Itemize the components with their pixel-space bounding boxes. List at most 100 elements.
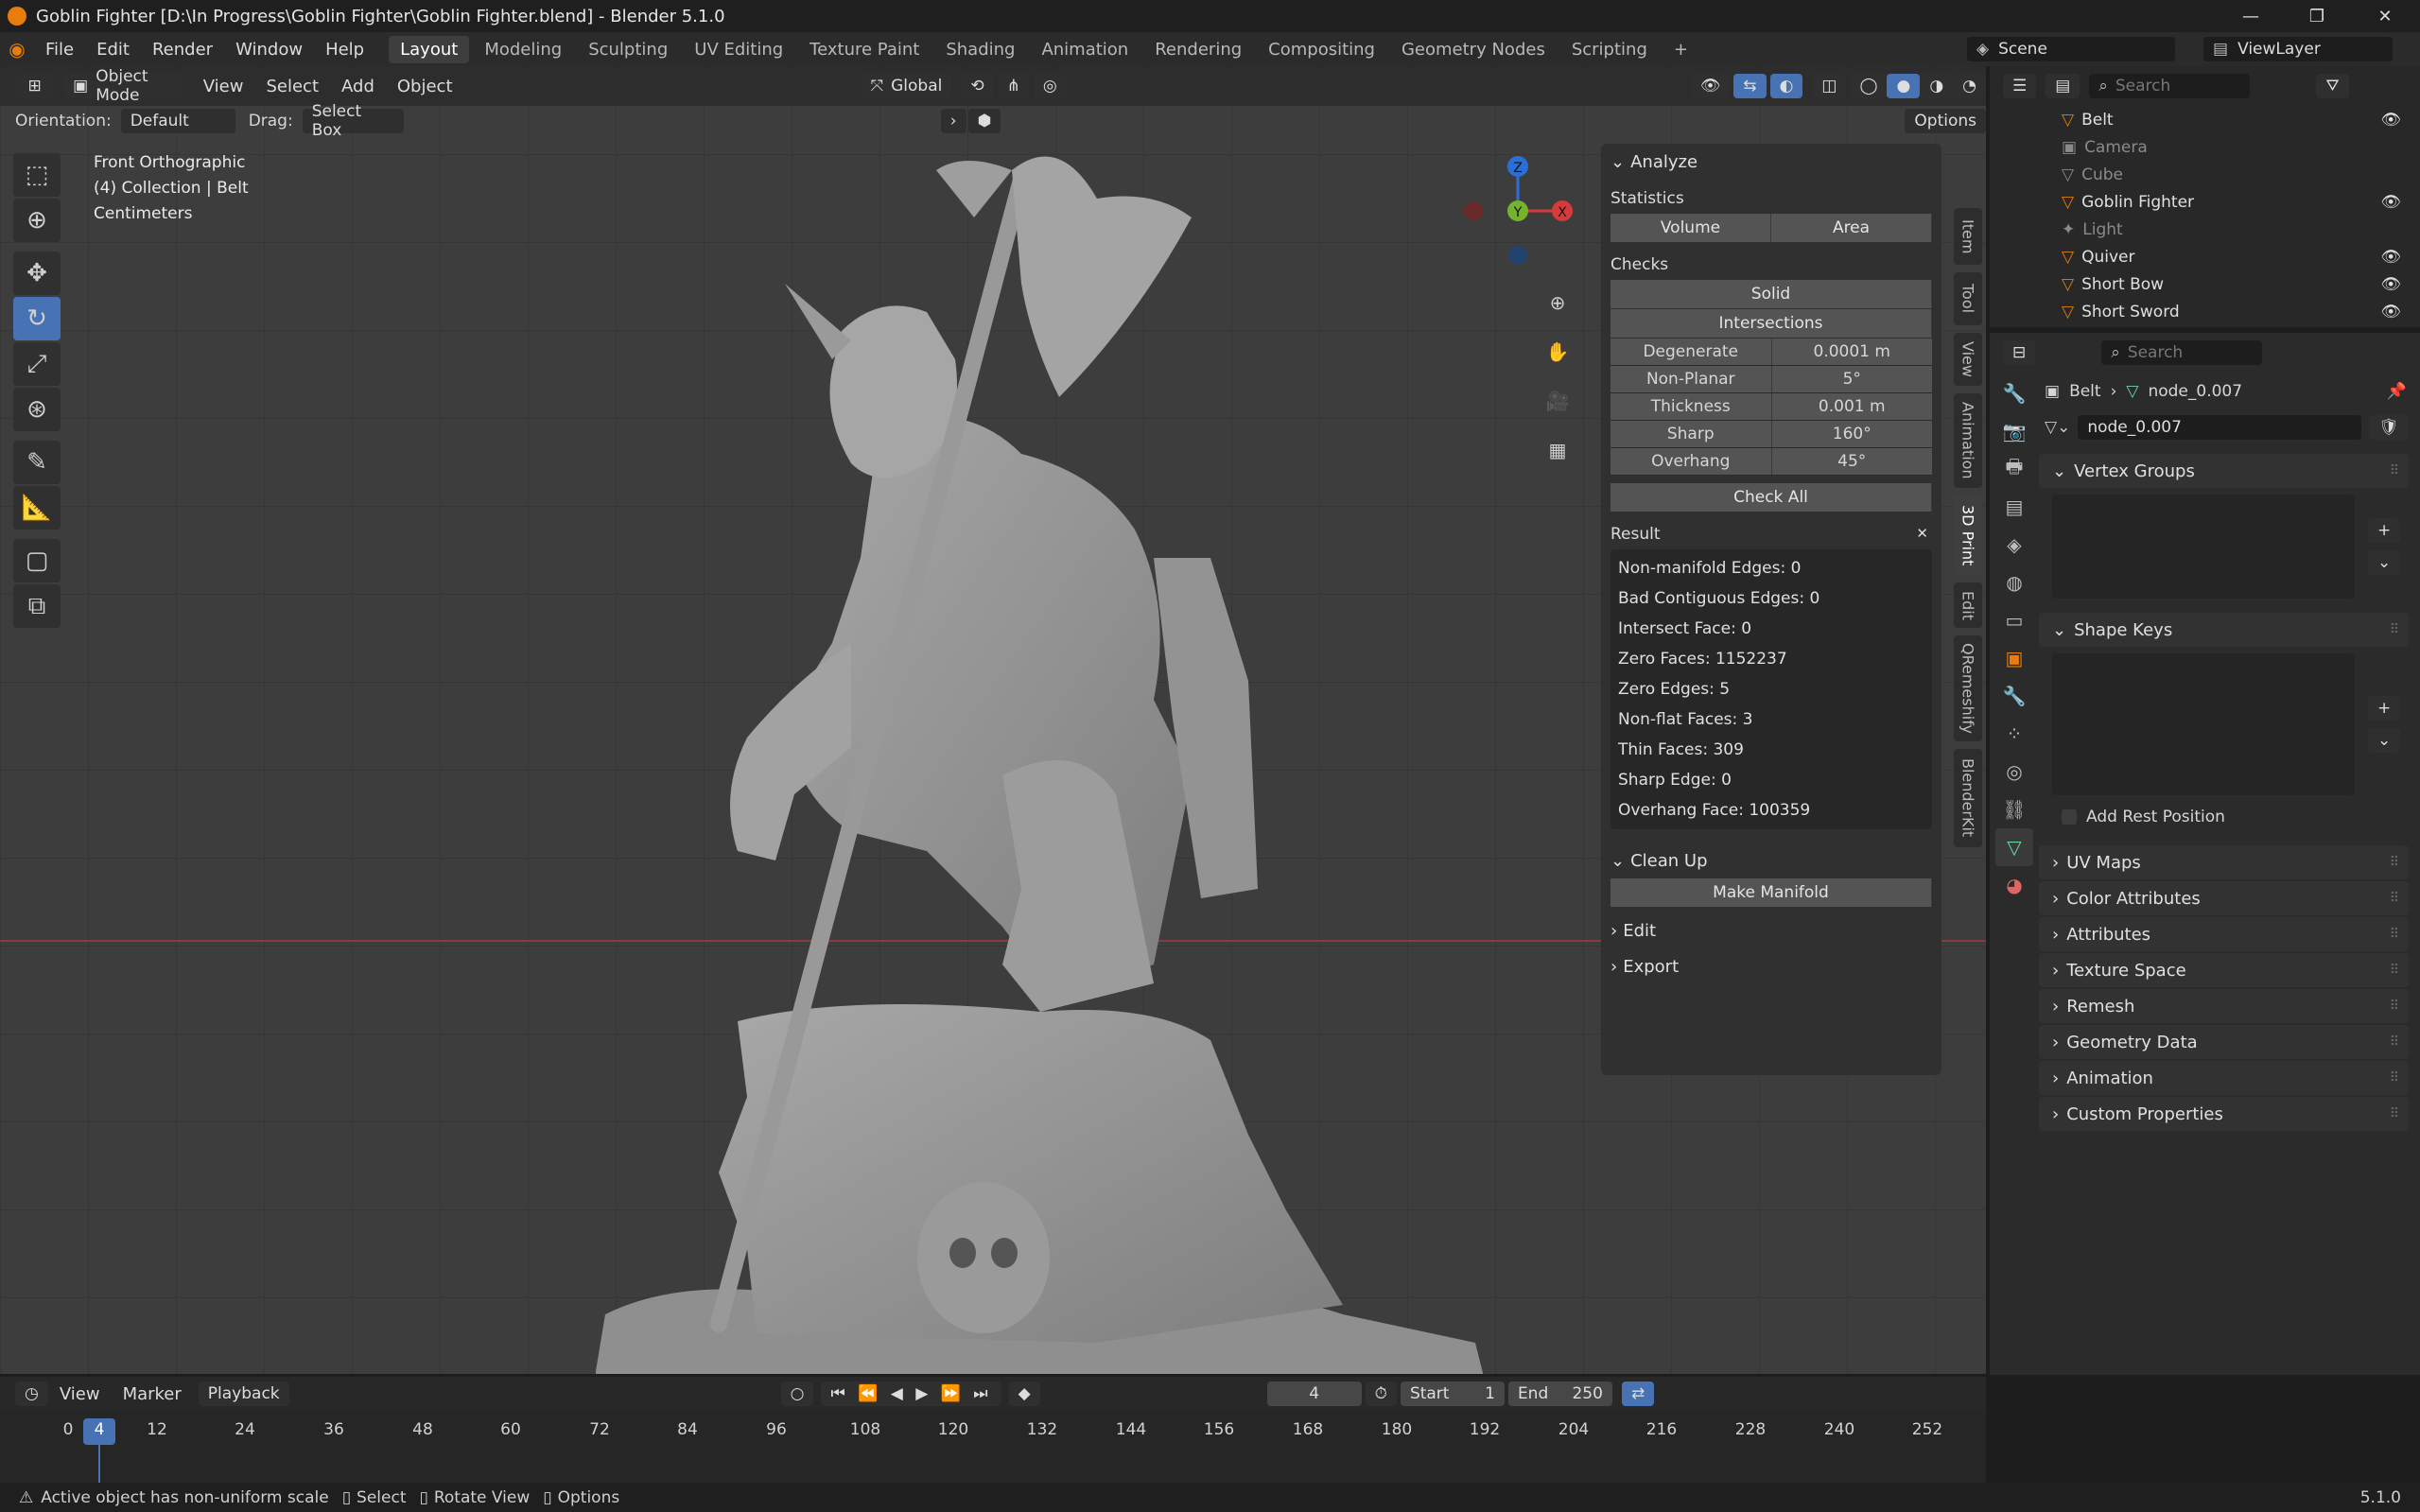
tab-qremeshify[interactable]: QRemeshify xyxy=(1954,635,1982,741)
camera-view-icon[interactable]: 🎥 xyxy=(1539,382,1576,420)
transform-tool-icon[interactable]: ⊛ xyxy=(13,388,61,431)
outliner-item-light[interactable]: ✦ Light xyxy=(1990,216,2420,243)
outliner-search-input[interactable]: ⌕ Search xyxy=(2089,74,2251,98)
particles-props-icon[interactable]: ⁘ xyxy=(1995,715,2033,753)
proportional-edit-icon[interactable]: ◎ xyxy=(1033,74,1067,98)
drag-grip-icon[interactable]: ⠿ xyxy=(2390,963,2399,978)
menu-edit[interactable]: Edit xyxy=(85,40,141,60)
close-button[interactable]: ✕ xyxy=(2352,0,2418,32)
xray-icon[interactable]: ◫ xyxy=(1812,74,1847,98)
tab-shading[interactable]: Shading xyxy=(934,36,1026,63)
section-animation[interactable]: › Animation ⠿ xyxy=(2039,1061,2409,1095)
tab-uv-editing[interactable]: UV Editing xyxy=(683,36,794,63)
shape-keys-box[interactable] xyxy=(2052,653,2355,795)
check-value[interactable]: 0.0001 m xyxy=(1770,339,1932,365)
section-texture-space[interactable]: › Texture Space ⠿ xyxy=(2039,953,2409,987)
check-row[interactable]: Overhang 45° xyxy=(1610,448,1932,476)
3d-viewport[interactable]: ⊞ ▣ Object Mode View Select Add Object ⤧… xyxy=(0,66,1986,1374)
area-button[interactable]: Area xyxy=(1771,214,1932,242)
vertex-groups-header[interactable]: ⌄ Vertex Groups ⠿ xyxy=(2039,454,2409,488)
outliner-item-belt[interactable]: ▽ Belt 👁 xyxy=(1990,106,2420,133)
analyze-header[interactable]: ⌄ Analyze xyxy=(1601,144,1941,180)
maximize-button[interactable]: ❐ xyxy=(2284,0,2350,32)
viewport-menu-object[interactable]: Object xyxy=(386,77,464,96)
add-workspace-button[interactable]: + xyxy=(1663,36,1699,63)
check-row[interactable]: Degenerate 0.0001 m xyxy=(1610,339,1932,366)
editor-type-icon[interactable]: ⊞ xyxy=(15,74,55,98)
menu-render[interactable]: Render xyxy=(141,40,224,60)
transform-orientation-selector[interactable]: ⤧ Global xyxy=(861,74,952,98)
visibility-eye-icon[interactable]: 👁 xyxy=(2380,248,2401,267)
viewport-menu-view[interactable]: View xyxy=(192,77,255,96)
outliner-item-short-sword[interactable]: ▽ Short Sword 👁 xyxy=(1990,298,2420,325)
world-props-icon[interactable]: ◍ xyxy=(1995,564,2033,601)
scene-props-icon[interactable]: ◈ xyxy=(1995,526,2033,564)
playback-controls[interactable]: ⏮ ⏪ ◀ ▶ ⏩ ⏭ xyxy=(821,1382,1001,1406)
blender-menu-icon[interactable]: ◉ xyxy=(0,38,34,61)
add-rest-position-checkbox[interactable] xyxy=(2062,809,2077,825)
viewport-menu-add[interactable]: Add xyxy=(330,77,386,96)
check-row[interactable]: Non-Planar 5° xyxy=(1610,366,1932,393)
mesh-name-field[interactable]: node_0.007 xyxy=(2078,415,2362,440)
check-row[interactable]: Sharp 160° xyxy=(1610,421,1932,448)
properties-editor-icon[interactable]: ⊟ xyxy=(2003,340,2036,365)
view-layer-props-icon[interactable]: ▤ xyxy=(1995,488,2033,526)
start-frame-field[interactable]: Start 1 xyxy=(1400,1382,1505,1406)
chevron-down-icon[interactable]: ⌄ xyxy=(2368,728,2401,753)
check-name[interactable]: Sharp xyxy=(1610,421,1771,447)
pin-icon[interactable]: 📌 xyxy=(2387,382,2407,401)
tab-edit[interactable]: Edit xyxy=(1954,582,1982,628)
check-value[interactable]: 45° xyxy=(1770,448,1932,475)
tab-scripting[interactable]: Scripting xyxy=(1560,36,1659,63)
add-icon[interactable]: + xyxy=(2368,696,2401,721)
tab-layout[interactable]: Layout xyxy=(389,35,470,63)
minimize-button[interactable]: — xyxy=(2218,0,2284,32)
rotate-tool-icon[interactable]: ↻ xyxy=(13,297,61,340)
vertex-groups-list[interactable]: + ⌄ xyxy=(2052,490,2420,603)
mesh-data-props-icon[interactable]: ▽ xyxy=(1995,828,2033,866)
add-rest-position-row[interactable]: Add Rest Position xyxy=(2062,800,2420,834)
visibility-eye-icon[interactable]: 👁 xyxy=(2380,193,2401,212)
solid-button[interactable]: Solid xyxy=(1610,280,1932,308)
keyframe-jump-icon[interactable]: ◆ xyxy=(1008,1382,1040,1406)
tab-view[interactable]: View xyxy=(1954,333,1982,386)
check-name[interactable]: Overhang xyxy=(1610,448,1771,475)
pivot-icon[interactable]: ⟲ xyxy=(961,74,994,98)
fake-user-icon[interactable]: 🛡 xyxy=(2369,415,2409,440)
section-uv-maps[interactable]: › UV Maps ⠿ xyxy=(2039,845,2409,879)
properties-search-input[interactable]: ⌕ Search xyxy=(2101,340,2263,365)
view-layer-selector[interactable]: ▤ ViewLayer xyxy=(2203,37,2393,61)
clean-up-header[interactable]: ⌄ Clean Up xyxy=(1601,843,1941,878)
check-value[interactable]: 5° xyxy=(1770,366,1932,392)
viewport-menu-select[interactable]: Select xyxy=(254,77,330,96)
drag-grip-icon[interactable]: ⠿ xyxy=(2390,999,2399,1014)
tab-animation[interactable]: Animation xyxy=(1030,36,1140,63)
volume-button[interactable]: Volume xyxy=(1610,214,1771,242)
tool-props-icon[interactable]: 🔧 xyxy=(1995,374,2033,412)
stopwatch-icon[interactable]: ⏱ xyxy=(1365,1382,1397,1406)
outliner-item-camera[interactable]: ▣ Camera xyxy=(1990,133,2420,161)
material-props-icon[interactable]: ◕ xyxy=(1995,866,2033,904)
chevron-down-icon[interactable]: ⌄ xyxy=(2368,550,2401,575)
make-manifold-button[interactable]: Make Manifold xyxy=(1610,878,1932,907)
physics-props-icon[interactable]: ◎ xyxy=(1995,753,2033,791)
timeline-menu-view[interactable]: View xyxy=(48,1384,112,1404)
scene-selector[interactable]: ◈ Scene xyxy=(1967,37,2175,61)
section-geometry-data[interactable]: › Geometry Data ⠿ xyxy=(2039,1025,2409,1059)
expand-chevron-icon[interactable]: › xyxy=(940,109,966,133)
check-row[interactable]: Thickness 0.001 m xyxy=(1610,393,1932,421)
cursor-tool-icon[interactable]: ⊕ xyxy=(13,199,61,242)
tab-geometry-nodes[interactable]: Geometry Nodes xyxy=(1390,36,1557,63)
modifier-props-icon[interactable]: 🔧 xyxy=(1995,677,2033,715)
check-name[interactable]: Non-Planar xyxy=(1610,366,1771,392)
timeline-editor-icon[interactable]: ◷ xyxy=(15,1382,48,1406)
drag-grip-icon[interactable]: ⠿ xyxy=(2390,891,2399,906)
overlay-toggle-icon[interactable]: ◐ xyxy=(1769,74,1803,98)
outliner-item-short-bow[interactable]: ▽ Short Bow 👁 xyxy=(1990,270,2420,298)
drag-grip-icon[interactable]: ⠿ xyxy=(2390,1070,2399,1086)
check-value[interactable]: 160° xyxy=(1770,421,1932,447)
navigation-gizmo[interactable]: Z Y X xyxy=(1456,149,1579,272)
close-icon[interactable]: ✕ xyxy=(1916,525,1928,544)
measure-tool-icon[interactable]: 📐 xyxy=(13,486,61,530)
move-tool-icon[interactable]: ✥ xyxy=(13,252,61,295)
